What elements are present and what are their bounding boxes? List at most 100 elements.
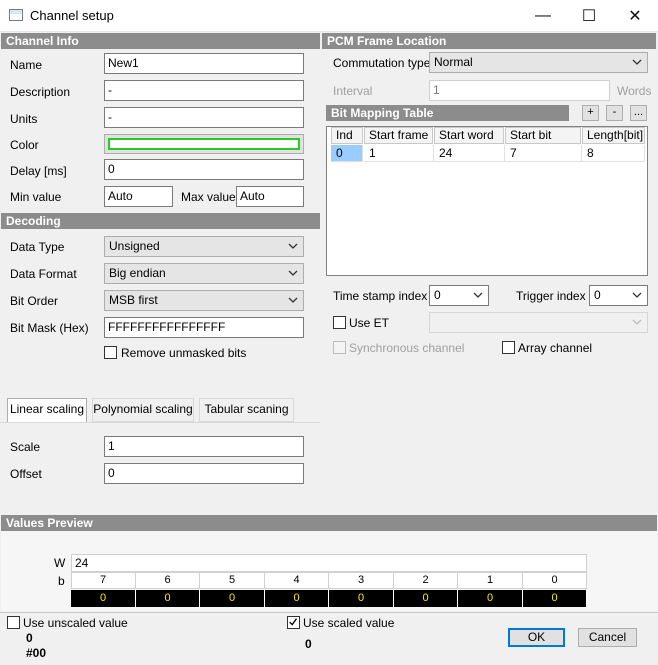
use-unscaled-checkbox[interactable]: [7, 616, 20, 629]
color-swatch: [108, 138, 300, 150]
bit-value-cell: 0: [394, 590, 458, 607]
column-header-ind[interactable]: Ind: [331, 127, 363, 144]
use-et-label: Use ET: [349, 316, 390, 330]
name-input[interactable]: New1: [104, 53, 304, 74]
bit-index-label: 4: [265, 573, 329, 589]
column-header-start-frame[interactable]: Start frame: [364, 127, 433, 144]
data-format-label: Data Format: [10, 267, 77, 281]
ok-button[interactable]: OK: [508, 628, 565, 647]
trigger-index-select[interactable]: 0: [589, 285, 648, 306]
synchronous-channel-label: Synchronous channel: [349, 341, 465, 355]
data-type-value: Unsigned: [109, 239, 160, 253]
bit-index-label: 3: [329, 573, 394, 589]
array-channel-checkbox[interactable]: [502, 341, 515, 354]
description-label: Description: [10, 85, 71, 99]
tab-divider: [0, 422, 320, 423]
tab-linear-scaling[interactable]: Linear scaling: [7, 398, 87, 423]
commutation-type-select[interactable]: Normal: [429, 52, 648, 73]
bit-value-cell: 0: [200, 590, 265, 607]
trigger-index-value: 0: [594, 288, 601, 302]
remove-unmasked-checkbox[interactable]: [104, 346, 117, 359]
trigger-index-label: Trigger index: [516, 289, 586, 303]
offset-label: Offset: [10, 467, 42, 481]
title-bar: Channel setup — ☐ ✕: [0, 0, 658, 32]
min-value-label: Min value: [10, 190, 62, 204]
delay-label: Delay [ms]: [10, 164, 67, 178]
cancel-button[interactable]: Cancel: [578, 628, 637, 647]
bit-order-select[interactable]: MSB first: [104, 290, 304, 311]
color-picker-button[interactable]: [104, 134, 304, 154]
unscaled-value: 0: [26, 631, 33, 645]
scaled-value: 0: [305, 637, 312, 651]
scale-label: Scale: [10, 440, 41, 454]
min-value-input[interactable]: Auto: [104, 186, 173, 207]
max-value-input[interactable]: Auto: [236, 186, 304, 207]
more-mapping-button[interactable]: ...: [630, 105, 647, 121]
delay-input[interactable]: 0: [104, 159, 304, 180]
chevron-down-icon: [288, 297, 298, 303]
synchronous-channel-checkbox[interactable]: [333, 341, 346, 354]
remove-mapping-button[interactable]: -: [606, 105, 623, 121]
bit-index-label: 7: [71, 573, 136, 589]
use-scaled-label: Use scaled value: [303, 616, 395, 630]
color-label: Color: [10, 138, 39, 152]
bit-mapping-table[interactable]: Ind Start frame Start word Start bit Len…: [326, 126, 648, 276]
bit-value-cell: 0: [523, 590, 587, 607]
bit-value-cell: 0: [71, 590, 136, 607]
commutation-type-label: Commutation type: [333, 56, 431, 70]
column-header-start-word[interactable]: Start word: [434, 127, 504, 144]
table-cell-ind[interactable]: 0: [331, 145, 363, 162]
offset-input[interactable]: 0: [104, 463, 304, 484]
bit-order-label: Bit Order: [10, 294, 59, 308]
bit-index-label: 5: [200, 573, 265, 589]
data-type-select[interactable]: Unsigned: [104, 236, 304, 257]
bit-order-value: MSB first: [109, 293, 158, 307]
tab-polynomial-scaling[interactable]: Polynomial scaling: [92, 398, 194, 422]
footer-divider: [0, 612, 658, 613]
commutation-type-value: Normal: [434, 55, 473, 69]
bit-index-label: 2: [394, 573, 458, 589]
chevron-down-icon: [288, 243, 298, 249]
interval-input[interactable]: 1: [429, 80, 610, 101]
close-button[interactable]: ✕: [612, 0, 658, 31]
window-title: Channel setup: [30, 8, 114, 23]
use-et-checkbox[interactable]: [333, 316, 346, 329]
table-cell-length[interactable]: 8: [582, 145, 645, 162]
bit-value-cell: 0: [136, 590, 200, 607]
minimize-button[interactable]: —: [520, 0, 566, 31]
table-cell-start-frame[interactable]: 1: [364, 145, 434, 162]
bit-value-cell: 0: [265, 590, 329, 607]
pcm-frame-header: PCM Frame Location: [322, 33, 656, 49]
scale-input[interactable]: 1: [104, 436, 304, 457]
column-header-length[interactable]: Length[bit]: [582, 127, 645, 144]
values-preview-header: Values Preview: [1, 515, 657, 531]
array-channel-label: Array channel: [518, 341, 593, 355]
chevron-down-icon: [632, 59, 642, 65]
bit-row-label: b: [58, 574, 65, 588]
data-format-value: Big endian: [109, 266, 166, 280]
timestamp-index-select[interactable]: 0: [429, 285, 489, 306]
bit-mask-input[interactable]: FFFFFFFFFFFFFFFF: [104, 317, 304, 338]
data-type-label: Data Type: [10, 240, 65, 254]
bit-value-cell: 0: [458, 590, 523, 607]
tab-tabular-scaling[interactable]: Tabular scaning: [199, 398, 294, 422]
max-value-label: Max value: [181, 190, 236, 204]
chevron-down-icon: [473, 292, 483, 298]
chevron-down-icon: [632, 319, 642, 325]
name-label: Name: [10, 58, 43, 72]
interval-unit-label: Words: [617, 84, 652, 98]
channel-info-header: Channel Info: [1, 33, 320, 49]
decoding-header: Decoding: [1, 213, 320, 229]
use-scaled-checkbox[interactable]: [287, 616, 300, 629]
timestamp-index-value: 0: [434, 288, 441, 302]
description-input[interactable]: -: [104, 80, 304, 101]
et-select[interactable]: [429, 312, 648, 333]
table-cell-start-bit[interactable]: 7: [505, 145, 582, 162]
column-header-start-bit[interactable]: Start bit: [505, 127, 581, 144]
maximize-button[interactable]: ☐: [566, 0, 612, 31]
units-input[interactable]: -: [104, 107, 304, 128]
table-cell-start-word[interactable]: 24: [434, 145, 505, 162]
add-mapping-button[interactable]: +: [582, 105, 599, 121]
bit-index-label: 0: [523, 573, 587, 589]
data-format-select[interactable]: Big endian: [104, 263, 304, 284]
